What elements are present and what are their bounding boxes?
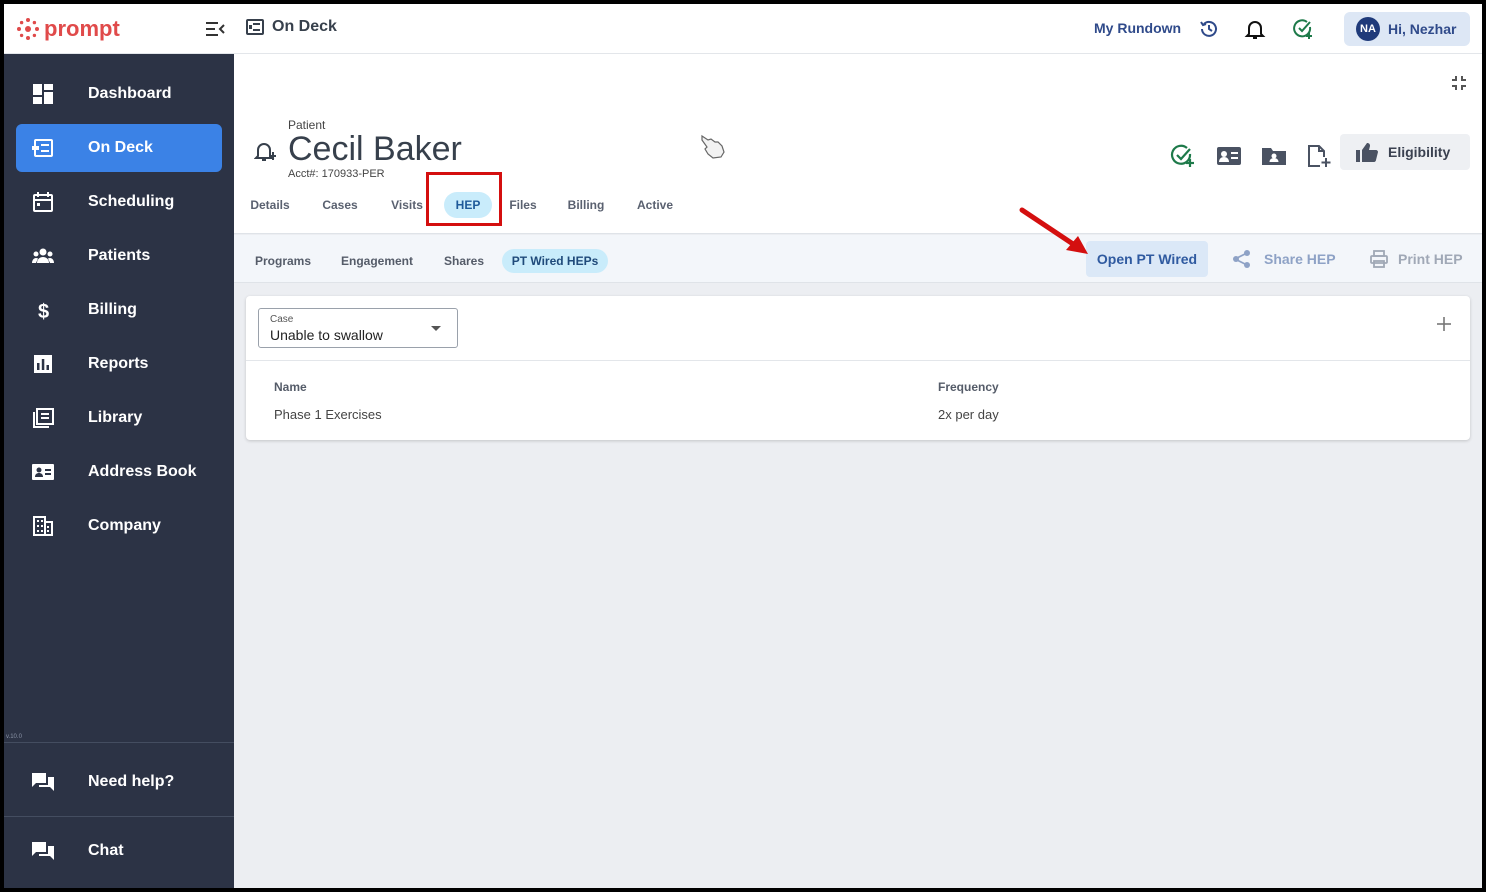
sidebar-item-patients[interactable]: Patients <box>16 232 222 280</box>
collapse-icon[interactable] <box>1450 74 1468 92</box>
hand-pointer-icon <box>701 134 725 159</box>
bell-plus-icon[interactable] <box>254 140 276 162</box>
library-icon <box>33 408 54 428</box>
history-icon[interactable] <box>1198 18 1220 40</box>
subtab-programs[interactable]: Programs <box>254 249 312 273</box>
column-header-frequency: Frequency <box>938 380 999 394</box>
thumbs-up-icon <box>1356 143 1378 162</box>
sidebar-item-reports[interactable]: Reports <box>16 340 222 388</box>
sidebar-item-need-help[interactable]: Need help? <box>16 758 222 806</box>
on-deck-icon <box>32 139 53 157</box>
chat-icon <box>32 842 54 860</box>
table-cell-name[interactable]: Phase 1 Exercises <box>274 407 382 422</box>
print-hep-label: Print HEP <box>1398 251 1463 267</box>
sidebar-item-chat[interactable]: Chat <box>16 827 222 875</box>
check-plus-icon[interactable] <box>1170 144 1196 168</box>
document-plus-icon[interactable] <box>1306 144 1332 168</box>
check-plus-icon[interactable] <box>1292 18 1314 40</box>
sidebar-divider <box>4 816 234 817</box>
app-window: prompt On Deck My Rundown NA Hi, Nezhar … <box>4 4 1482 888</box>
share-icon <box>1233 250 1250 268</box>
bar-chart-icon <box>34 355 52 373</box>
sidebar-item-on-deck[interactable]: On Deck <box>16 124 222 172</box>
top-bar: prompt On Deck My Rundown NA Hi, Nezhar <box>4 4 1482 54</box>
sidebar-item-label: On Deck <box>88 139 153 156</box>
version-label: v.10.0 <box>6 734 22 740</box>
sidebar-item-label: Company <box>88 517 161 534</box>
tab-billing[interactable]: Billing <box>568 192 605 218</box>
subtab-pt-wired-heps[interactable]: PT Wired HEPs <box>502 249 608 273</box>
sidebar-item-dashboard[interactable]: Dashboard <box>16 70 222 118</box>
patient-header: Patient Cecil Baker Acct#: 170933-PER El… <box>234 54 1482 234</box>
main-content: Patient Cecil Baker Acct#: 170933-PER El… <box>234 54 1482 888</box>
sidebar-item-label: Patients <box>88 247 151 264</box>
dashboard-icon <box>33 84 53 104</box>
dollar-icon: $ <box>38 301 49 320</box>
sidebar-item-scheduling[interactable]: Scheduling <box>16 178 222 226</box>
logo-icon <box>17 18 39 40</box>
case-select-label: Case <box>270 314 294 325</box>
tab-hep[interactable]: HEP <box>444 192 492 218</box>
my-rundown-link[interactable]: My Rundown <box>1094 20 1181 36</box>
card-divider <box>246 360 1470 361</box>
calendar-icon <box>33 192 53 212</box>
share-hep-label: Share HEP <box>1264 251 1336 267</box>
eligibility-button[interactable]: Eligibility <box>1340 134 1470 170</box>
contact-card-icon <box>32 464 54 480</box>
hep-subbar: Programs Engagement Shares PT Wired HEPs… <box>234 235 1482 283</box>
current-page-indicator: On Deck <box>246 18 337 36</box>
logo-text: prompt <box>44 16 120 41</box>
sidebar-item-label: Scheduling <box>88 193 175 210</box>
sidebar-item-address-book[interactable]: Address Book <box>16 448 222 496</box>
people-icon <box>32 248 54 263</box>
prompt-logo[interactable]: prompt <box>16 16 120 42</box>
add-icon[interactable] <box>1436 316 1452 332</box>
bell-icon[interactable] <box>1244 18 1266 40</box>
open-pt-wired-button[interactable]: Open PT Wired <box>1086 241 1208 277</box>
printer-icon <box>1370 250 1388 268</box>
patient-folder-icon[interactable] <box>1261 144 1287 168</box>
pt-wired-hep-card: Case Unable to swallow Name Frequency Ph… <box>246 296 1470 440</box>
page-title: On Deck <box>272 18 337 35</box>
table-cell-frequency: 2x per day <box>938 407 999 422</box>
sidebar: Dashboard On Deck Scheduling Patients $ <box>4 54 234 888</box>
user-greeting: Hi, Nezhar <box>1388 21 1457 37</box>
tab-visits[interactable]: Visits <box>390 192 424 218</box>
column-header-name: Name <box>274 380 307 394</box>
sidebar-item-label: Chat <box>88 842 124 859</box>
sidebar-item-label: Reports <box>88 355 149 372</box>
share-hep-button[interactable]: Share HEP <box>1232 245 1336 273</box>
print-hep-button[interactable]: Print HEP <box>1370 245 1463 273</box>
avatar: NA <box>1356 17 1380 41</box>
tab-files[interactable]: Files <box>508 192 538 218</box>
menu-collapse-icon[interactable] <box>204 18 226 40</box>
sidebar-divider <box>4 742 234 743</box>
account-number: Acct#: 170933-PER <box>288 168 385 180</box>
red-arrow-annotation <box>1019 207 1088 254</box>
subtab-engagement[interactable]: Engagement <box>340 249 414 273</box>
sidebar-item-label: Library <box>88 409 143 426</box>
on-deck-icon <box>246 19 264 35</box>
sidebar-item-billing[interactable]: $ Billing <box>16 286 222 334</box>
subtab-shares[interactable]: Shares <box>442 249 486 273</box>
sidebar-item-label: Need help? <box>88 773 175 790</box>
help-chat-icon <box>32 773 54 791</box>
eligibility-label: Eligibility <box>1388 144 1451 160</box>
building-icon <box>33 516 53 536</box>
case-select-value: Unable to swallow <box>270 327 383 343</box>
tab-active[interactable]: Active <box>636 192 674 218</box>
sidebar-item-company[interactable]: Company <box>16 502 222 550</box>
sidebar-item-library[interactable]: Library <box>16 394 222 442</box>
case-select[interactable]: Case Unable to swallow <box>258 308 458 348</box>
tab-details[interactable]: Details <box>250 192 290 218</box>
user-menu-button[interactable]: NA Hi, Nezhar <box>1344 12 1470 46</box>
sidebar-item-label: Dashboard <box>88 85 172 102</box>
chevron-down-icon <box>431 326 441 331</box>
sidebar-item-label: Address Book <box>88 463 197 480</box>
svg-text:$: $ <box>38 301 49 320</box>
tab-cases[interactable]: Cases <box>322 192 358 218</box>
sidebar-item-label: Billing <box>88 301 137 318</box>
patient-name: Cecil Baker <box>288 130 462 168</box>
id-card-icon[interactable] <box>1216 144 1242 168</box>
